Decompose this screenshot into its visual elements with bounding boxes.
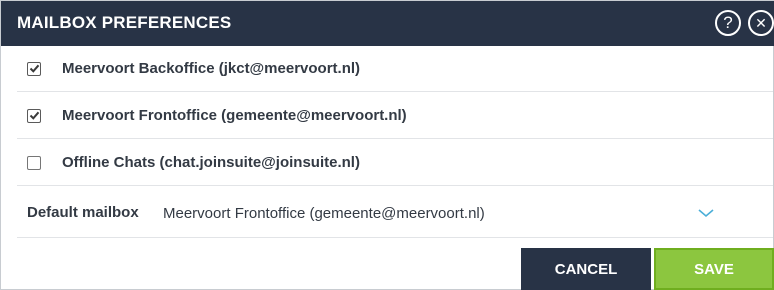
dialog-header: MAILBOX PREFERENCES ? ✕ — [1, 1, 774, 46]
close-glyph: ✕ — [755, 14, 767, 31]
help-glyph: ? — [723, 13, 733, 32]
cancel-button[interactable]: CANCEL — [521, 248, 651, 290]
mailbox-checkbox-backoffice[interactable] — [27, 61, 41, 76]
check-icon — [29, 64, 39, 73]
save-button[interactable]: SAVE — [654, 248, 774, 290]
close-icon[interactable]: ✕ — [748, 10, 774, 36]
mailbox-checkbox-frontoffice[interactable] — [27, 108, 41, 123]
check-icon — [29, 111, 39, 120]
dialog-title: MAILBOX PREFERENCES — [17, 13, 232, 32]
mailbox-preferences-dialog: MAILBOX PREFERENCES ? ✕ Meervoort Backof… — [0, 0, 774, 290]
default-mailbox-select[interactable]: Meervoort Frontoffice (gemeente@meervoor… — [157, 195, 727, 231]
mailbox-row-offline-chats: Offline Chats (chat.joinsuite@joinsuite.… — [17, 140, 773, 186]
mailbox-checkbox-offline-chats[interactable] — [27, 155, 41, 170]
mailbox-label-offline-chats: Offline Chats (chat.joinsuite@joinsuite.… — [62, 154, 360, 171]
mailbox-label-frontoffice: Meervoort Frontoffice (gemeente@meervoor… — [62, 107, 407, 124]
mailbox-row-backoffice: Meervoort Backoffice (jkct@meervoort.nl) — [17, 46, 773, 92]
chevron-down-icon — [698, 209, 714, 218]
mailbox-label-backoffice: Meervoort Backoffice (jkct@meervoort.nl) — [62, 60, 361, 77]
default-mailbox-row: Default mailbox Meervoort Frontoffice (g… — [17, 187, 773, 238]
mailbox-row-frontoffice: Meervoort Frontoffice (gemeente@meervoor… — [17, 93, 773, 139]
help-icon[interactable]: ? — [715, 10, 741, 36]
default-mailbox-value: Meervoort Frontoffice (gemeente@meervoor… — [163, 205, 485, 222]
default-mailbox-label: Default mailbox — [27, 204, 139, 221]
